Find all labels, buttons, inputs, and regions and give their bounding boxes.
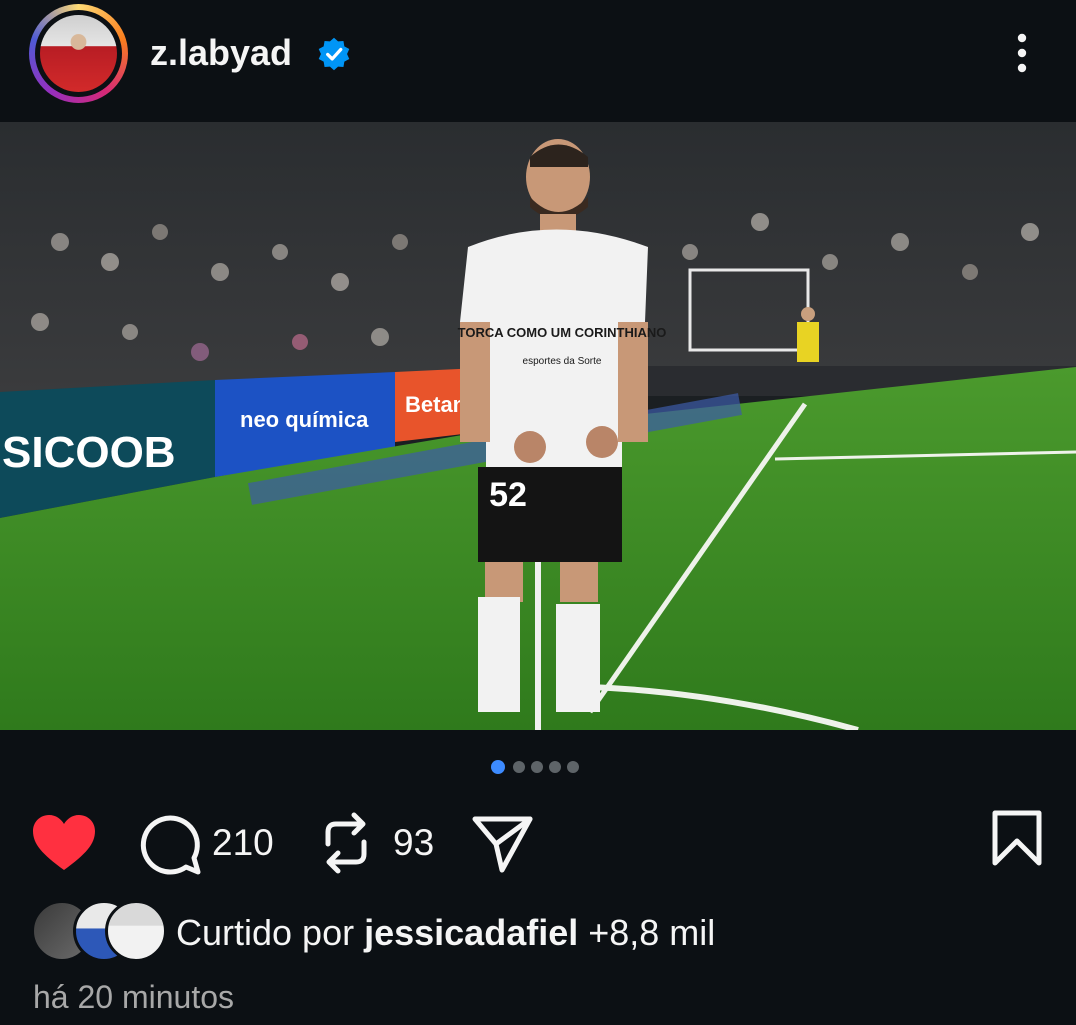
post-timestamp: há 20 minutos <box>33 979 235 1015</box>
repost-icon[interactable] <box>318 810 374 876</box>
post-header: z.labyad <box>0 0 1076 122</box>
post-actions: 210 93 <box>0 808 1076 878</box>
carousel-dot <box>567 761 579 773</box>
bookmark-icon[interactable] <box>991 810 1043 866</box>
liker-avatar <box>105 900 167 962</box>
likes-summary[interactable]: Curtido por jessicadafiel +8,8 mil <box>0 900 1076 964</box>
like-heart-icon[interactable] <box>32 814 96 872</box>
comment-count: 210 <box>212 822 274 863</box>
carousel-dot <box>549 761 561 773</box>
jersey-number: 52 <box>489 476 527 514</box>
avatar-photo <box>40 15 117 92</box>
jersey-slogan: TORCA COMO UM CORINTHIANO <box>458 325 667 340</box>
jersey-sponsor: esportes da Sorte <box>523 356 602 367</box>
share-send-icon[interactable] <box>472 814 534 874</box>
liked-by-text: Curtido por jessicadafiel +8,8 mil <box>176 912 715 954</box>
post-image[interactable]: SICOOB neo química Betano TORCA COMO UM … <box>0 122 1076 730</box>
verified-badge-icon <box>318 37 350 71</box>
more-options-icon[interactable] <box>1005 30 1039 76</box>
repost-count: 93 <box>393 822 435 863</box>
carousel-dot-active <box>491 760 505 774</box>
carousel-dot <box>513 761 525 773</box>
liked-by-user[interactable]: jessicadafiel <box>364 912 578 953</box>
comment-icon[interactable] <box>140 814 202 876</box>
ad-board-neoquimica: neo química <box>240 407 369 432</box>
liked-by-count: +8,8 mil <box>578 912 716 953</box>
username[interactable]: z.labyad <box>150 32 292 74</box>
profile-avatar[interactable] <box>29 4 128 103</box>
ad-board-sicoob: SICOOB <box>2 428 176 477</box>
post-photo: SICOOB neo química Betano TORCA COMO UM … <box>0 122 1076 730</box>
carousel-dot <box>531 761 543 773</box>
liked-by-prefix: Curtido por <box>176 912 365 953</box>
